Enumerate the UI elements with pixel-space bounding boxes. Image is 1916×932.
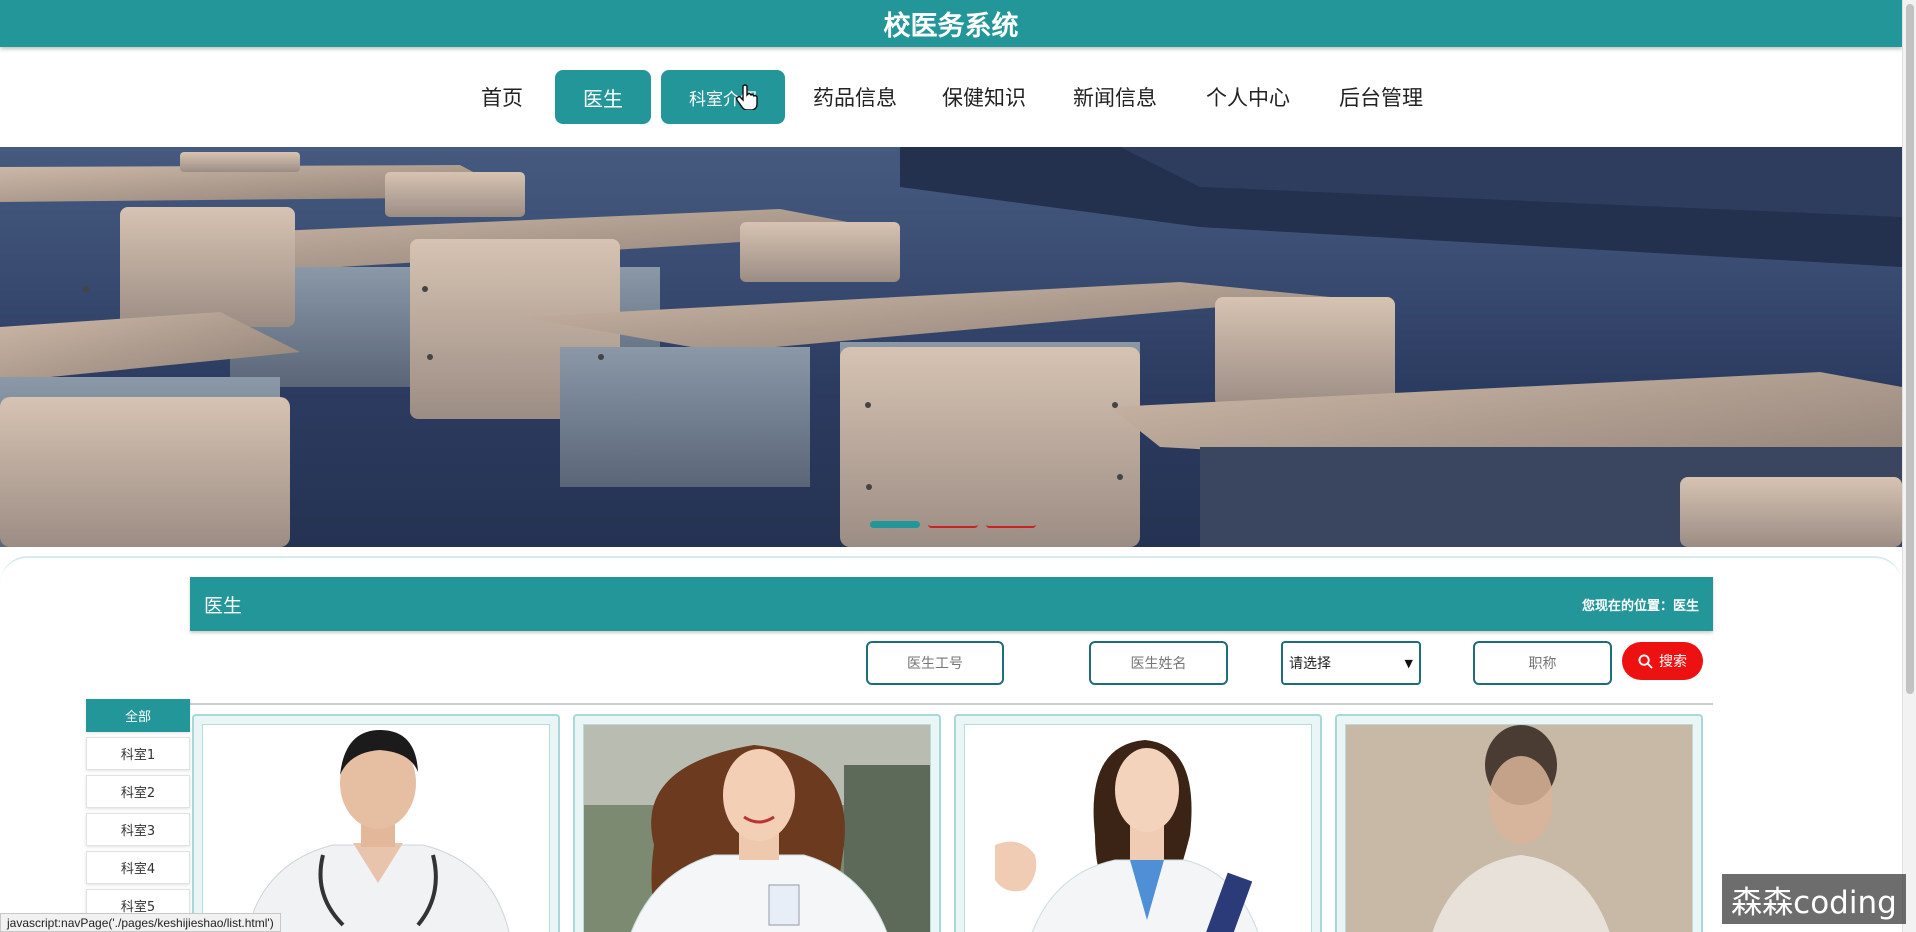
nav-department-intro[interactable]: 科室介绍 [661, 70, 785, 124]
nav-medicine-info[interactable]: 药品信息 [806, 70, 904, 124]
nav-personal-center[interactable]: 个人中心 [1199, 70, 1297, 124]
department-filter: 全部 科室1 科室2 科室3 科室4 科室5 [86, 699, 190, 927]
nav-admin[interactable]: 后台管理 [1332, 70, 1430, 124]
search-icon [1638, 653, 1653, 669]
department-item-all[interactable]: 全部 [86, 699, 190, 732]
browser-status-bar: javascript:navPage('./pages/keshijieshao… [0, 913, 281, 932]
department-item-2[interactable]: 科室2 [86, 775, 190, 808]
doctor-avatar-image-blurred [1346, 725, 1692, 932]
breadcrumb-current[interactable]: 医生 [1673, 599, 1699, 614]
scrollbar-thumb[interactable] [1906, 4, 1914, 694]
carousel-dot-1[interactable] [870, 521, 920, 528]
title-input[interactable] [1473, 641, 1612, 685]
department-item-4[interactable]: 科室4 [86, 851, 190, 884]
doctor-photo[interactable] [583, 724, 931, 932]
doctor-card[interactable] [192, 714, 560, 932]
doctor-avatar-image [203, 725, 549, 932]
doctor-photo[interactable] [964, 724, 1312, 932]
nav-health-knowledge[interactable]: 保健知识 [935, 70, 1033, 124]
department-select-value: 请选择 [1289, 656, 1331, 672]
classroom-banner-image [0, 147, 1902, 547]
doctor-id-input[interactable] [866, 641, 1004, 685]
carousel-dot-3[interactable] [986, 521, 1036, 528]
main-nav: 首页 医生 科室介绍 药品信息 保健知识 新闻信息 个人中心 后台管理 [0, 70, 1902, 124]
nav-home[interactable]: 首页 [470, 70, 534, 124]
doctor-avatar-image [584, 725, 930, 932]
doctor-card[interactable] [1335, 714, 1703, 932]
vertical-scrollbar[interactable] [1902, 0, 1916, 932]
department-item-3[interactable]: 科室3 [86, 813, 190, 846]
carousel-dot-2[interactable] [928, 521, 978, 528]
nav-news-info[interactable]: 新闻信息 [1066, 70, 1164, 124]
breadcrumb-prefix: 您现在的位置： [1581, 598, 1673, 614]
carousel-indicators [870, 521, 1036, 528]
doctor-avatar-image [965, 725, 1311, 932]
nav-doctor[interactable]: 医生 [555, 70, 651, 124]
department-item-1[interactable]: 科室1 [86, 737, 190, 770]
hand-cursor-icon [736, 84, 758, 110]
watermark: 森森coding [1722, 874, 1906, 924]
chevron-down-icon: ▼ [1404, 656, 1413, 670]
doctor-photo[interactable] [202, 724, 550, 932]
section-header: 医生 您现在的位置：医生 [190, 577, 1713, 631]
search-bar: 请选择 ▼ 搜索 [0, 641, 1916, 687]
doctor-photo[interactable] [1345, 724, 1693, 932]
search-button-label: 搜索 [1659, 654, 1687, 670]
banner-carousel[interactable] [0, 147, 1902, 547]
doctor-card[interactable] [954, 714, 1322, 932]
section-title: 医生 [204, 594, 243, 617]
app-title: 校医务系统 [0, 0, 1902, 47]
doctor-card[interactable] [573, 714, 941, 932]
doctor-name-input[interactable] [1089, 641, 1228, 685]
divider [190, 703, 1713, 705]
search-button[interactable]: 搜索 [1622, 642, 1703, 680]
department-select[interactable]: 请选择 ▼ [1281, 641, 1421, 685]
breadcrumb: 您现在的位置：医生 [1582, 595, 1699, 614]
